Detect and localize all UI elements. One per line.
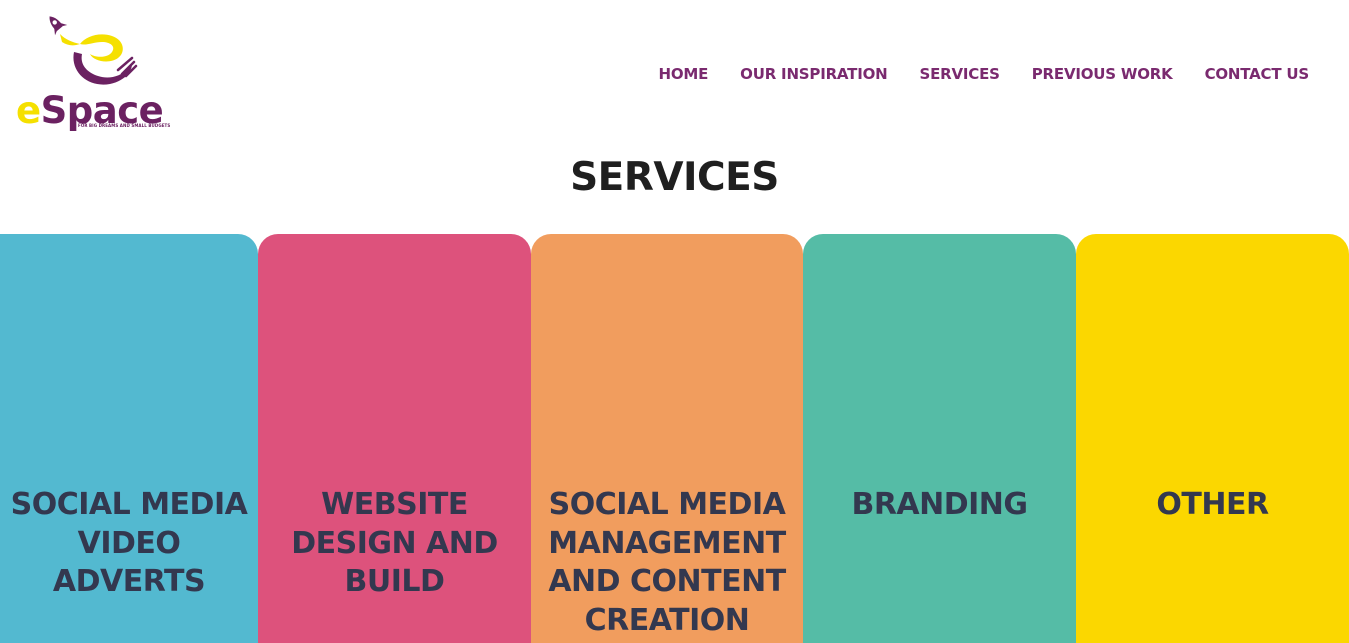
services-cards: SOCIAL MEDIA VIDEO ADVERTS WEBSITE DESIG… bbox=[0, 234, 1349, 643]
logo-link[interactable]: eSpace FOR BIG DREAMS AND SMALL BUDGETS bbox=[14, 12, 184, 134]
service-card-branding[interactable]: BRANDING bbox=[803, 234, 1076, 643]
nav-item-services[interactable]: SERVICES bbox=[920, 64, 1000, 84]
nav-item-our-inspiration[interactable]: OUR INSPIRATION bbox=[740, 64, 888, 84]
service-card-social-media-video-adverts[interactable]: SOCIAL MEDIA VIDEO ADVERTS bbox=[0, 234, 258, 643]
page: eSpace FOR BIG DREAMS AND SMALL BUDGETS … bbox=[0, 0, 1349, 643]
rocket-loop-icon bbox=[49, 16, 138, 85]
service-card-label: WEBSITE DESIGN AND BUILD bbox=[291, 487, 498, 599]
service-card-website-design[interactable]: WEBSITE DESIGN AND BUILD bbox=[258, 234, 531, 643]
nav-item-contact-us[interactable]: CONTACT US bbox=[1205, 64, 1310, 84]
service-card-social-media-management[interactable]: SOCIAL MEDIA MANAGEMENT AND CONTENT CREA… bbox=[531, 234, 803, 643]
service-card-label: BRANDING bbox=[851, 487, 1028, 522]
nav-item-previous-work[interactable]: PREVIOUS WORK bbox=[1032, 64, 1173, 84]
nav-item-home[interactable]: HOME bbox=[658, 64, 708, 84]
service-card-other[interactable]: OTHER bbox=[1076, 234, 1349, 643]
service-card-label: SOCIAL MEDIA VIDEO ADVERTS bbox=[10, 487, 248, 599]
service-card-label: SOCIAL MEDIA MANAGEMENT AND CONTENT CREA… bbox=[548, 487, 786, 638]
service-card-label: OTHER bbox=[1156, 487, 1269, 522]
main-nav: HOME OUR INSPIRATION SERVICES PREVIOUS W… bbox=[658, 64, 1309, 84]
services-title: SERVICES bbox=[570, 155, 779, 200]
logo-word-prefix: e bbox=[16, 89, 41, 132]
site-header: eSpace FOR BIG DREAMS AND SMALL BUDGETS … bbox=[0, 0, 1349, 145]
logo-tagline: FOR BIG DREAMS AND SMALL BUDGETS bbox=[78, 123, 171, 128]
